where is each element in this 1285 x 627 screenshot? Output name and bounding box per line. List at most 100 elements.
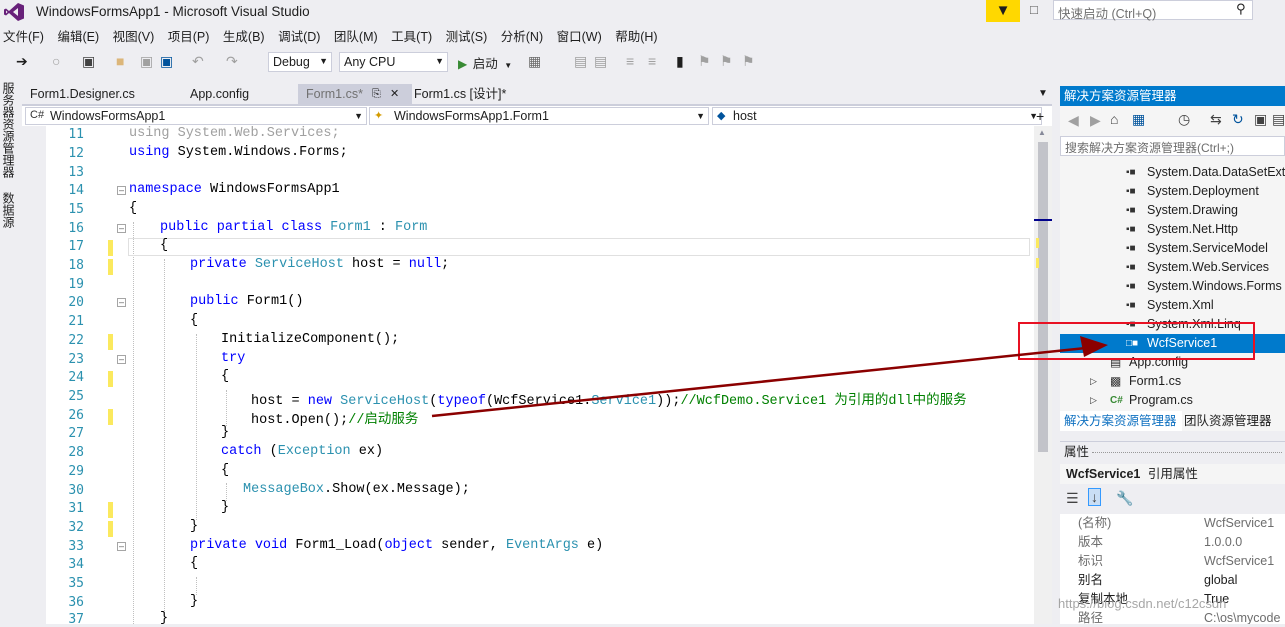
collapse-icon[interactable]: – (117, 542, 126, 551)
member-navigation-select[interactable]: ◆ host ▼ (712, 107, 1042, 125)
indent-guide (133, 222, 134, 624)
collapse-icon[interactable]: – (117, 224, 126, 233)
alphabetical-sort-icon[interactable]: ↓ (1088, 488, 1101, 506)
property-row[interactable]: 标识 WcfService1 (1060, 552, 1285, 571)
property-row[interactable]: 别名 global (1060, 571, 1285, 590)
solution-platform-select[interactable]: Any CPU ▼ (339, 52, 448, 72)
menu-debug[interactable]: 调试(D) (275, 27, 327, 47)
forward-icon[interactable]: ○ (52, 53, 60, 69)
close-icon[interactable]: ✕ (390, 84, 399, 104)
tree-item-reference[interactable]: ▪■ System.Xml (1060, 296, 1285, 315)
step-over-icon[interactable]: ▤ (594, 53, 607, 70)
switch-views-icon[interactable]: ▦ (1132, 111, 1145, 128)
tree-item-reference[interactable]: ▪■ System.Drawing (1060, 201, 1285, 220)
properties-object-selector[interactable]: WcfService1 引用属性 (1060, 464, 1285, 484)
new-project-icon[interactable]: ▣ (82, 53, 95, 70)
server-explorer-tab[interactable]: 服务器资源管理器 (1, 82, 17, 178)
sync-icon[interactable]: ⇆ (1210, 111, 1222, 128)
navigation-bar: C# WindowsFormsApp1 ▼ ✦ WindowsFormsApp1… (22, 106, 1052, 126)
start-debugging-button[interactable]: ▶ 启动 ▼ (458, 53, 512, 72)
redo-icon[interactable]: ↷ (226, 53, 238, 70)
tab-form1-cs-design[interactable]: Form1.cs [设计]* (406, 84, 544, 104)
menu-tools[interactable]: 工具(T) (388, 27, 439, 47)
reference-icon: ▪■ (1126, 224, 1136, 235)
notification-filter-icon[interactable]: ▼ (986, 0, 1020, 22)
property-pages-icon[interactable]: 🔧 (1116, 490, 1133, 507)
clear-bookmarks-icon[interactable]: ⚑ (742, 53, 755, 70)
tree-item-reference[interactable]: ▪■ System.Web.Services (1060, 258, 1285, 277)
menu-project[interactable]: 项目(P) (165, 27, 217, 47)
tab-form1-cs[interactable]: Form1.cs* ⎘ ✕ (298, 84, 412, 104)
property-row[interactable]: 版本 1.0.0.0 (1060, 533, 1285, 552)
prev-bookmark-icon[interactable]: ⚑ (698, 53, 711, 70)
feedback-icon[interactable]: □ (1030, 2, 1038, 17)
quick-launch-input[interactable]: 快速启动 (Ctrl+Q) (1053, 0, 1253, 21)
split-editor-icon[interactable]: + (1036, 108, 1044, 124)
menu-team[interactable]: 团队(M) (331, 27, 385, 47)
browser-link-icon[interactable]: ▦ (528, 53, 541, 70)
code-line: host.Open();//启动服务 (251, 413, 419, 428)
save-all-icon[interactable]: ▣ (160, 53, 173, 70)
editor-vertical-scrollbar[interactable]: ▲ (1034, 126, 1052, 624)
csharp-file-icon: C# (1110, 395, 1123, 406)
type-navigation-value: WindowsFormsApp1.Form1 (394, 109, 549, 123)
project-navigation-select[interactable]: C# WindowsFormsApp1 ▼ (25, 107, 367, 125)
home-icon[interactable]: ⌂ (1110, 111, 1118, 127)
expand-arrow-icon[interactable]: ▷ (1090, 391, 1097, 410)
bookmark-icon[interactable]: ▮ (676, 53, 684, 70)
line-number: 26 (68, 408, 84, 423)
tree-item-label: Form1.cs (1129, 374, 1182, 388)
scroll-up-icon[interactable]: ▲ (1038, 128, 1046, 137)
tree-item-program-cs[interactable]: ▷ C# Program.cs (1060, 391, 1285, 410)
forward-icon[interactable]: ▶ (1090, 112, 1101, 129)
step-into-icon[interactable]: ▤ (574, 53, 587, 70)
refresh-icon[interactable]: ↻ (1232, 111, 1244, 128)
menu-analyze[interactable]: 分析(N) (498, 27, 550, 47)
tab-team-explorer[interactable]: 团队资源管理器 (1180, 411, 1285, 431)
property-row[interactable]: 路径 C:\os\mycode (1060, 609, 1285, 624)
undo-icon[interactable]: ↶ (192, 53, 204, 70)
type-navigation-select[interactable]: ✦ WindowsFormsApp1.Form1 ▼ (369, 107, 709, 125)
tree-item-reference[interactable]: ▪■ System.ServiceModel (1060, 239, 1285, 258)
menu-build[interactable]: 生成(B) (220, 27, 272, 47)
open-file-icon[interactable]: ■ (116, 53, 124, 69)
tree-item-reference[interactable]: ▪■ System.Deployment (1060, 182, 1285, 201)
scrollbar-thumb[interactable] (1038, 142, 1048, 452)
menu-view[interactable]: 视图(V) (110, 27, 162, 47)
menu-edit[interactable]: 编辑(E) (54, 27, 106, 47)
menu-window[interactable]: 窗口(W) (554, 27, 609, 47)
menu-test[interactable]: 测试(S) (443, 27, 495, 47)
collapse-icon[interactable]: – (117, 298, 126, 307)
solution-explorer-search-input[interactable]: 搜索解决方案资源管理器(Ctrl+;) (1060, 136, 1285, 156)
tree-item-reference[interactable]: ▪■ System.Data.DataSetExtensions (1060, 163, 1285, 182)
data-sources-tab[interactable]: 数据源 (1, 192, 17, 228)
collapse-all-icon[interactable]: ▣ (1254, 111, 1267, 128)
collapse-icon[interactable]: – (117, 186, 126, 195)
tab-overflow-chevron-down-icon[interactable]: ▼ (1038, 84, 1048, 104)
solution-configuration-select[interactable]: Debug ▼ (268, 52, 332, 72)
menu-help[interactable]: 帮助(H) (612, 27, 664, 47)
tree-item-form1-cs[interactable]: ▷ ▩ Form1.cs (1060, 372, 1285, 391)
property-row[interactable]: (名称) WcfService1 (1060, 514, 1285, 533)
reference-icon: ▪■ (1126, 262, 1136, 273)
tree-item-reference[interactable]: ▪■ System.Windows.Forms (1060, 277, 1285, 296)
comment-icon[interactable]: ≡ (626, 53, 634, 69)
menu-file[interactable]: 文件(F) (0, 27, 51, 47)
tree-item-reference[interactable]: ▪■ System.Net.Http (1060, 220, 1285, 239)
uncomment-icon[interactable]: ≡ (648, 53, 656, 69)
show-all-files-icon[interactable]: ▤ (1272, 111, 1285, 128)
pending-changes-filter-icon[interactable]: ◷ (1178, 111, 1190, 128)
pin-icon[interactable]: ⎘ (372, 84, 381, 104)
tab-form1-designer-cs[interactable]: Form1.Designer.cs (22, 84, 180, 104)
tab-solution-explorer[interactable]: 解决方案资源管理器 (1060, 411, 1182, 431)
tab-app-config[interactable]: App.config (182, 84, 300, 104)
back-icon[interactable]: ➔ (16, 53, 28, 70)
left-tool-strip: 服务器资源管理器 数据源 (0, 80, 20, 624)
save-icon[interactable]: ▣ (140, 53, 153, 70)
back-icon[interactable]: ◀ (1068, 112, 1079, 129)
expand-arrow-icon[interactable]: ▷ (1090, 372, 1097, 391)
collapse-icon[interactable]: – (117, 355, 126, 364)
search-icon[interactable]: ⚲ (1236, 1, 1246, 17)
next-bookmark-icon[interactable]: ⚑ (720, 53, 733, 70)
categorized-icon[interactable]: ☰ (1066, 490, 1079, 507)
